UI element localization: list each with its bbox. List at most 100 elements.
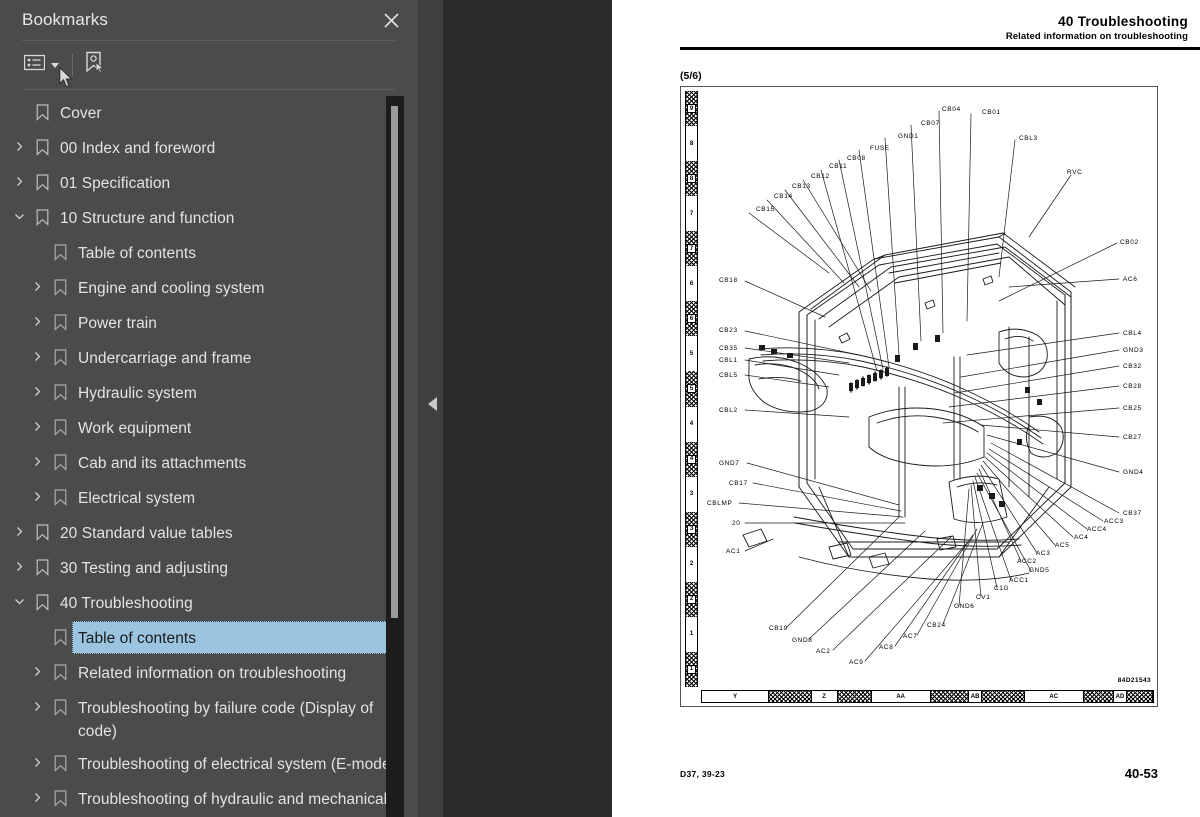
bookmark-item[interactable]: Troubleshooting by failure code (Display…	[0, 691, 418, 747]
sidebar-scrollbar[interactable]	[386, 96, 404, 817]
bookmark-item[interactable]: 10 Structure and function	[0, 201, 418, 236]
callout-label: GND5	[1029, 567, 1050, 574]
bookmark-item[interactable]: Table of contents	[0, 236, 418, 271]
twisty-collapsed[interactable]	[26, 446, 48, 467]
twisty-expanded[interactable]	[8, 586, 30, 607]
bookmark-item[interactable]: Related information on troubleshooting	[0, 656, 418, 691]
ruler-tick-label: 3	[687, 524, 696, 534]
document-page: 40 Troubleshooting Related information o…	[612, 0, 1200, 817]
collapse-left-icon[interactable]	[428, 397, 437, 411]
bookmark-item[interactable]: 30 Testing and adjusting	[0, 551, 418, 586]
bookmark-item[interactable]: Troubleshooting of electrical system (E-…	[0, 747, 418, 782]
callout-label: CB12	[811, 173, 830, 180]
ruler-band-plain: 3	[685, 476, 698, 512]
twisty-collapsed[interactable]	[26, 691, 48, 712]
page-header-subtitle: Related information on troubleshooting	[1005, 31, 1188, 42]
bookmark-icon	[30, 551, 54, 576]
bookmark-item[interactable]: Power train	[0, 306, 418, 341]
bookmark-item[interactable]: Undercarriage and frame	[0, 341, 418, 376]
bookmark-item[interactable]: Engine and cooling system	[0, 271, 418, 306]
callout-label: CB24	[927, 622, 946, 629]
bookmark-item-label: Engine and cooling system	[78, 280, 265, 297]
bookmark-icon	[54, 314, 66, 331]
twisty-none	[26, 621, 48, 631]
callout-label: GND6	[954, 603, 975, 610]
twisty-collapsed[interactable]	[26, 782, 48, 803]
callout-label: AC7	[903, 633, 918, 640]
bookmark-icon	[54, 279, 66, 296]
bookmark-item-label: Hydraulic system	[78, 385, 197, 402]
bookmark-icon	[48, 236, 72, 261]
page-header-rule	[680, 47, 1200, 50]
callout-label: FUSE	[870, 145, 890, 152]
twisty-collapsed[interactable]	[26, 376, 48, 397]
bookmark-item[interactable]: 40 Troubleshooting	[0, 586, 418, 621]
bookmark-icon	[36, 524, 48, 541]
list-options-button[interactable]	[22, 50, 61, 80]
bookmark-item-label: Troubleshooting by failure code (Display…	[78, 700, 374, 740]
ruler-band-hatched: 9	[685, 91, 698, 127]
twisty-collapsed[interactable]	[26, 306, 48, 327]
ruler-band-hatched: 4	[685, 441, 698, 477]
ruler-band-hatched	[1083, 691, 1114, 702]
figure-vertical-ruler: 9 8 8 7 7 6 6 5 5 4 4 3 3 2 2 1 1	[685, 91, 698, 687]
callout-label: CB32	[1123, 363, 1142, 370]
page-title: Bookmarks	[22, 10, 108, 29]
twisty-collapsed[interactable]	[8, 166, 30, 187]
bookmark-item-label: Table of contents	[72, 621, 396, 654]
bookmark-icon	[48, 481, 72, 506]
twisty-collapsed[interactable]	[26, 747, 48, 768]
callout-label: CB08	[847, 155, 866, 162]
callout-label: AC1	[726, 548, 741, 555]
twisty-collapsed[interactable]	[8, 551, 30, 572]
chevron-right-icon	[34, 387, 40, 396]
bookmark-item[interactable]: 00 Index and foreword	[0, 131, 418, 166]
bookmark-icon	[30, 586, 54, 611]
bookmark-icon	[48, 341, 72, 366]
twisty-collapsed[interactable]	[8, 131, 30, 152]
twisty-collapsed[interactable]	[8, 516, 30, 537]
bookmark-icon	[54, 384, 66, 401]
bookmark-icon	[48, 621, 72, 646]
bookmark-icon	[30, 96, 54, 121]
bookmark-icon	[36, 104, 48, 121]
bookmark-item[interactable]: Cab and its attachments	[0, 446, 418, 481]
twisty-collapsed[interactable]	[26, 411, 48, 432]
bookmark-icon	[54, 244, 66, 261]
sidebar-scrollbar-thumb[interactable]	[391, 106, 398, 618]
footer-model-info: D37, 39-23	[680, 769, 726, 779]
bookmark-item[interactable]: 01 Specification	[0, 166, 418, 201]
callout-label: CB25	[1123, 405, 1142, 412]
ruler-tick-label: 8	[687, 174, 696, 184]
twisty-collapsed[interactable]	[26, 656, 48, 677]
bookmark-item[interactable]: 20 Standard value tables	[0, 516, 418, 551]
ruler-band-plain: AB	[968, 691, 983, 702]
bookmark-item[interactable]: Work equipment	[0, 411, 418, 446]
chevron-right-icon	[34, 317, 40, 326]
twisty-collapsed[interactable]	[26, 341, 48, 362]
twisty-none	[26, 236, 48, 246]
ruler-band-hatched: 1	[685, 651, 698, 687]
bookmark-icon	[54, 419, 66, 436]
callout-label: C1G	[994, 585, 1010, 592]
bookmark-item[interactable]: Troubleshooting of hydraulic and mechani…	[0, 782, 418, 817]
bookmark-item[interactable]: Electrical system	[0, 481, 418, 516]
bookmark-item[interactable]: Table of contents	[0, 621, 418, 656]
callout-label: CB01	[982, 109, 1001, 116]
bookmark-item-label: 00 Index and foreword	[60, 140, 216, 157]
bookmark-item[interactable]: Cover	[0, 96, 418, 131]
bookmark-item[interactable]: Hydraulic system	[0, 376, 418, 411]
close-icon[interactable]	[378, 7, 404, 33]
new-bookmark-button[interactable]	[82, 50, 108, 80]
twisty-expanded[interactable]	[8, 201, 30, 222]
callout-label: AC4	[1074, 534, 1089, 541]
twisty-collapsed[interactable]	[26, 481, 48, 502]
bookmark-icon	[30, 166, 54, 191]
callout-label: ACC1	[1009, 577, 1029, 584]
bookmark-tree[interactable]: Cover 00 Index and foreword 01 Specificati…	[0, 96, 418, 817]
chevron-right-icon	[34, 702, 40, 711]
twisty-collapsed[interactable]	[26, 271, 48, 292]
list-options-icon	[23, 54, 46, 76]
callout-label: 20	[732, 520, 741, 527]
callout-label: AC3	[1036, 550, 1051, 557]
